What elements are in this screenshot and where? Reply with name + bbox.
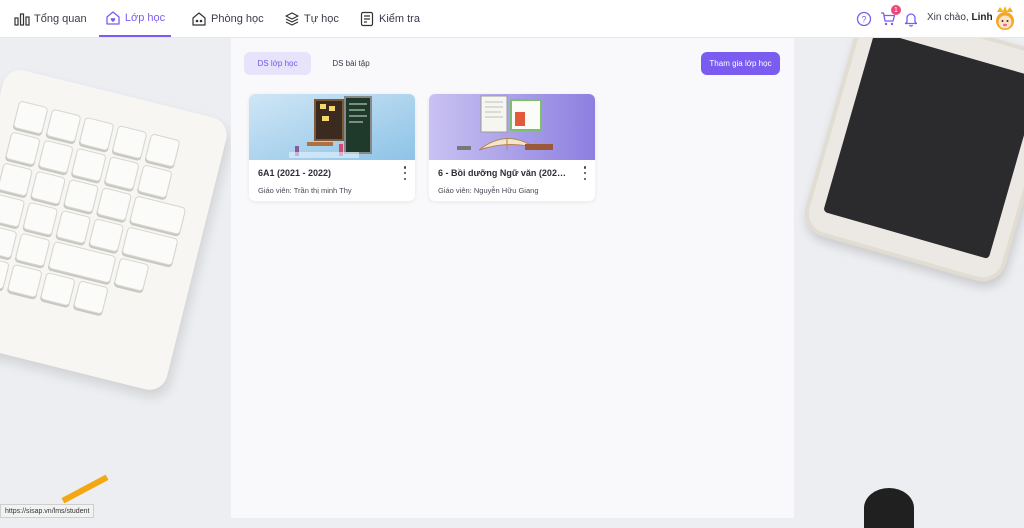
nav-self-study[interactable]: Tự học: [284, 0, 339, 37]
class-card[interactable]: 6A1 (2021 - 2022) Giáo viên: Trần thị mi…: [249, 94, 415, 201]
pencil-decoration: [61, 474, 109, 504]
tab-class-list[interactable]: DS lớp học: [244, 52, 311, 75]
nav-label: Tự học: [304, 12, 339, 25]
class-teacher: Giáo viên: Trần thị minh Thy: [258, 186, 352, 195]
chart-bars-icon: [14, 11, 30, 27]
avatar[interactable]: [993, 4, 1017, 34]
phone-decoration: [799, 0, 1024, 288]
checklist-icon: [359, 11, 375, 27]
top-navigation: Tổng quan Lớp học Phòng học Tự học Kiểm …: [0, 0, 1024, 38]
cup-decoration: [864, 488, 914, 528]
class-title: 6 - Bồi dưỡng Ngữ văn (2021 - 2022): [438, 168, 570, 178]
keyboard-decoration: [0, 66, 231, 394]
class-title: 6A1 (2021 - 2022): [258, 168, 332, 178]
help-icon[interactable]: ?: [855, 10, 873, 28]
nav-classes[interactable]: Lớp học: [99, 0, 171, 37]
status-bar-url: https://sisap.vn/lms/student: [0, 504, 95, 518]
layers-icon: [284, 11, 300, 27]
user-name: Linh: [971, 12, 993, 23]
nav-classroom[interactable]: Phòng học: [191, 0, 264, 37]
class-teacher: Giáo viên: Nguyễn Hữu Giang: [438, 186, 539, 195]
nav-label: Phòng học: [211, 12, 264, 25]
svg-text:?: ?: [861, 15, 866, 25]
nav-overview[interactable]: Tổng quan: [14, 0, 87, 37]
class-card[interactable]: 6 - Bồi dưỡng Ngữ văn (2021 - 2022) Giáo…: [429, 94, 595, 201]
nav-label: Lớp học: [124, 11, 166, 24]
nav-label: Kiểm tra: [379, 12, 420, 25]
cart-count-badge: 1: [891, 5, 901, 15]
heart-house-icon: [105, 10, 121, 26]
nav-tests[interactable]: Kiểm tra: [359, 0, 420, 37]
tab-assignment-list[interactable]: DS bài tập: [319, 52, 383, 75]
class-thumbnail-books: [429, 94, 595, 160]
cart-icon[interactable]: 1: [879, 5, 901, 28]
greeting-text: Xin chào,: [927, 12, 969, 23]
join-class-button[interactable]: Tham gia lớp học: [701, 52, 780, 75]
more-options-icon[interactable]: [581, 166, 589, 180]
classroom-icon: [191, 11, 207, 27]
user-greeting: Xin chào, Linh: [927, 12, 993, 23]
main-panel: DS lớp học DS bài tập Tham gia lớp học 6…: [231, 38, 794, 518]
more-options-icon[interactable]: [401, 166, 409, 180]
nav-label: Tổng quan: [34, 12, 87, 25]
class-thumbnail-classroom: [249, 94, 415, 160]
bell-icon[interactable]: [902, 10, 920, 28]
